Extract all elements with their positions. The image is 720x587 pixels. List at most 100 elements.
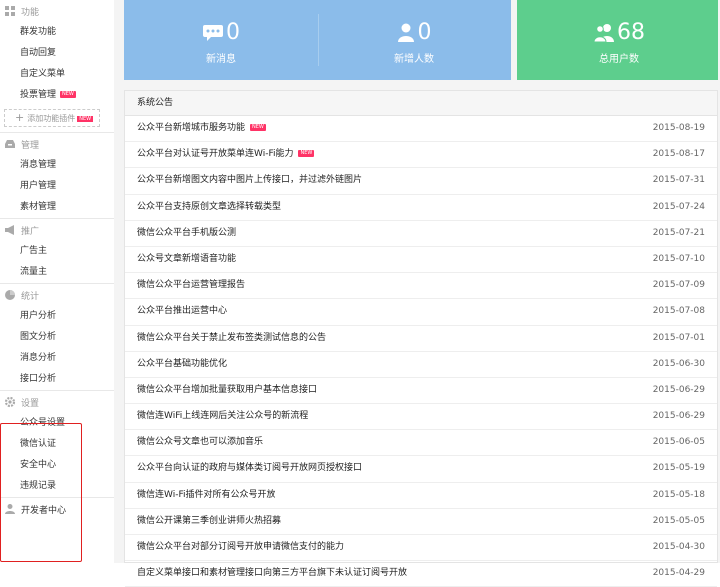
- sidebar-section-functions: 功能: [0, 0, 114, 22]
- announcement-row[interactable]: 微信公众平台手机版公测 2015-07-21: [125, 221, 717, 247]
- announcement-title-link[interactable]: 公众平台推出运营中心: [137, 299, 227, 324]
- announcement-text: 公众平台对认证号开放菜单连Wi-Fi能力: [137, 149, 294, 160]
- add-plugin-label: 添加功能插件: [27, 114, 76, 123]
- stat-new-messages[interactable]: 0 新消息: [161, 20, 281, 65]
- sidebar-item-vote[interactable]: 投票管理 NEW: [0, 85, 114, 106]
- stats-card-blue: 0 新消息 0 新增人数: [124, 0, 511, 80]
- announcement-text: 微信公众平台增加批量获取用户基本信息接口: [137, 384, 318, 395]
- sidebar-item-user-analysis[interactable]: 用户分析: [0, 306, 114, 327]
- sidebar: 功能 群发功能 自动回复 自定义菜单 投票管理 NEW + 添加功能插件 NEW 管理…: [0, 0, 115, 563]
- announcement-row[interactable]: 微信公众平台运营管理报告 2015-07-09: [125, 273, 717, 300]
- announcement-row[interactable]: 微信公众号文章也可以添加音乐 2015-06-05: [125, 430, 717, 457]
- announcement-date: 2015-06-29: [652, 411, 705, 422]
- announcement-text: 公众平台向认证的政府与媒体类订阅号开放网页授权接口: [137, 463, 363, 474]
- announcement-row[interactable]: 公众平台新增图文内容中图片上传接口，并过滤外链图片 2015-07-31: [125, 168, 717, 195]
- announcement-date: 2015-04-30: [652, 542, 705, 552]
- announcement-date: 2015-08-19: [652, 123, 705, 133]
- new-users-count: 0: [417, 20, 432, 45]
- announcement-row[interactable]: 微信公开课第三季创业讲师火热招募 2015-05-05: [125, 509, 717, 535]
- announcement-title-link[interactable]: 微信公众号文章也可以添加音乐: [137, 430, 263, 455]
- announcement-text: 微信公众平台运营管理报告: [137, 280, 246, 291]
- announcement-row[interactable]: 微信公众平台关于禁止发布签类测试信息的公告 2015-07-01: [125, 326, 717, 352]
- sidebar-section-settings: 设置: [0, 391, 114, 413]
- sidebar-item-api-analysis[interactable]: 接口分析: [0, 369, 114, 390]
- announcement-title-link[interactable]: 公众平台对认证号开放菜单连Wi-Fi能力 NEW: [137, 142, 315, 167]
- announcement-title-link[interactable]: 微信连Wi-Fi插件对所有公众号开放: [137, 483, 275, 508]
- announcement-title-link[interactable]: 公众平台新增图文内容中图片上传接口，并过滤外链图片: [137, 168, 362, 193]
- announcement-title-link[interactable]: 公众号文章新增语音功能: [137, 247, 236, 272]
- announcement-title-link[interactable]: 微信公众平台运营管理报告: [137, 273, 245, 298]
- stat-total-users[interactable]: 68 总用户数: [559, 20, 679, 65]
- new-badge: NEW: [250, 124, 266, 131]
- announcement-row[interactable]: 自定义菜单接口和素材管理接口向第三方平台旗下未认证订阅号开放 2015-04-29: [125, 561, 717, 587]
- announcement-panel: 系统公告 公众平台新增城市服务功能 NEW 2015-08-19 公众平台对认证号开放…: [124, 90, 718, 587]
- announcement-text: 微信连WiFi上线连网后关注公众号的新流程: [137, 411, 309, 422]
- sidebar-item-article-analysis[interactable]: 图文分析: [0, 327, 114, 348]
- announcement-row[interactable]: 公众平台支持原创文章选择转载类型 2015-07-24: [125, 195, 717, 221]
- announcement-title-link[interactable]: 微信公众平台手机版公测: [137, 221, 236, 246]
- stats-divider: [318, 14, 319, 66]
- announcement-row[interactable]: 公众平台向认证的政府与媒体类订阅号开放网页授权接口 2015-05-19: [125, 456, 717, 483]
- gear-icon: [4, 396, 16, 408]
- sidebar-item-auto-reply[interactable]: 自动回复: [0, 43, 114, 64]
- stat-new-users[interactable]: 0 新增人数: [354, 20, 474, 65]
- sidebar-item-mass-send[interactable]: 群发功能: [0, 22, 114, 43]
- sidebar-item-users[interactable]: 用户管理: [0, 176, 114, 197]
- sidebar-item-publisher[interactable]: 流量主: [0, 262, 114, 283]
- new-badge: NEW: [298, 150, 315, 158]
- announcement-date: 2015-07-08: [652, 306, 705, 317]
- section-title: 统计: [21, 291, 40, 302]
- sidebar-item-message-analysis[interactable]: 消息分析: [0, 348, 114, 369]
- pie-chart-icon: [5, 290, 15, 300]
- announcement-date: 2015-05-18: [652, 489, 705, 500]
- announcement-row[interactable]: 公众号文章新增语音功能 2015-07-10: [125, 247, 717, 274]
- announcement-row[interactable]: 微信连WiFi上线连网后关注公众号的新流程 2015-06-29: [125, 404, 717, 431]
- sidebar-item-advertiser[interactable]: 广告主: [0, 241, 114, 262]
- announcement-title-link[interactable]: 公众平台向认证的政府与媒体类订阅号开放网页授权接口: [137, 456, 362, 481]
- announcement-text: 公众平台支持原创文章选择转载类型: [137, 201, 282, 212]
- sidebar-section-statistics: 统计: [0, 284, 114, 306]
- announcement-text: 公众平台新增图文内容中图片上传接口，并过滤外链图片: [137, 175, 363, 186]
- main-content: 0 新消息 0 新增人数 68 总用户数 系统公告 公众平台新增城市服务功能 NE…: [114, 0, 720, 587]
- sidebar-item-custom-menu[interactable]: 自定义菜单: [0, 64, 114, 85]
- highlight-box: [0, 423, 82, 562]
- announcement-title-link[interactable]: 公众平台支持原创文章选择转载类型: [137, 195, 281, 220]
- new-messages-label: 新消息: [206, 54, 236, 65]
- announcement-date: 2015-07-10: [652, 253, 705, 264]
- announcement-date: 2015-05-05: [652, 515, 705, 526]
- announcement-title-link[interactable]: 公众平台新增城市服务功能 NEW: [137, 116, 266, 141]
- announcement-text: 微信公众平台对部分订阅号开放申请微信支付的能力: [137, 542, 345, 552]
- stats-bar: 0 新消息 0 新增人数 68 总用户数: [124, 0, 718, 80]
- announcement-row[interactable]: 公众平台推出运营中心 2015-07-08: [125, 299, 717, 326]
- inbox-icon: [5, 140, 15, 148]
- announcement-date: 2015-05-19: [652, 463, 705, 474]
- announcement-title-link[interactable]: 公众平台基础功能优化: [137, 352, 227, 377]
- megaphone-icon: [5, 225, 14, 235]
- announcement-title-link[interactable]: 微信连WiFi上线连网后关注公众号的新流程: [137, 404, 308, 429]
- announcement-row[interactable]: 微信公众平台增加批量获取用户基本信息接口 2015-06-29: [125, 378, 717, 405]
- announcement-row[interactable]: 公众平台基础功能优化 2015-06-30: [125, 352, 717, 378]
- announcement-title-link[interactable]: 微信公开课第三季创业讲师火热招募: [137, 509, 281, 534]
- sidebar-item-materials[interactable]: 素材管理: [0, 197, 114, 218]
- sidebar-item-messages[interactable]: 消息管理: [0, 155, 114, 176]
- section-title: 推广: [21, 226, 40, 237]
- announcement-title-link[interactable]: 微信公众平台增加批量获取用户基本信息接口: [137, 378, 317, 403]
- announcement-text: 公众平台新增城市服务功能: [137, 123, 246, 133]
- announcement-text: 微信公众平台关于禁止发布签类测试信息的公告: [137, 332, 327, 343]
- announcement-row[interactable]: 微信连Wi-Fi插件对所有公众号开放 2015-05-18: [125, 483, 717, 509]
- announcement-text: 自定义菜单接口和素材管理接口向第三方平台旗下未认证订阅号开放: [137, 568, 408, 579]
- add-plugin-button[interactable]: + 添加功能插件 NEW: [4, 109, 100, 127]
- announcement-row[interactable]: 微信公众平台对部分订阅号开放申请微信支付的能力 2015-04-30: [125, 535, 717, 562]
- announcement-title-link[interactable]: 自定义菜单接口和素材管理接口向第三方平台旗下未认证订阅号开放: [137, 561, 407, 586]
- group-icon: [593, 24, 614, 43]
- announcement-title: 系统公告: [125, 91, 717, 116]
- announcement-date: 2015-07-21: [652, 227, 705, 238]
- announcement-title-link[interactable]: 微信公众平台对部分订阅号开放申请微信支付的能力: [137, 535, 344, 560]
- announcement-date: 2015-06-30: [652, 358, 705, 369]
- announcement-row[interactable]: 公众平台新增城市服务功能 NEW 2015-08-19: [125, 116, 717, 143]
- announcement-row[interactable]: 公众平台对认证号开放菜单连Wi-Fi能力 NEW 2015-08-17: [125, 142, 717, 169]
- section-title: 功能: [21, 7, 40, 18]
- announcement-title-link[interactable]: 微信公众平台关于禁止发布签类测试信息的公告: [137, 326, 326, 351]
- announcement-date: 2015-06-29: [652, 384, 705, 395]
- announcement-text: 微信公众平台手机版公测: [137, 227, 237, 238]
